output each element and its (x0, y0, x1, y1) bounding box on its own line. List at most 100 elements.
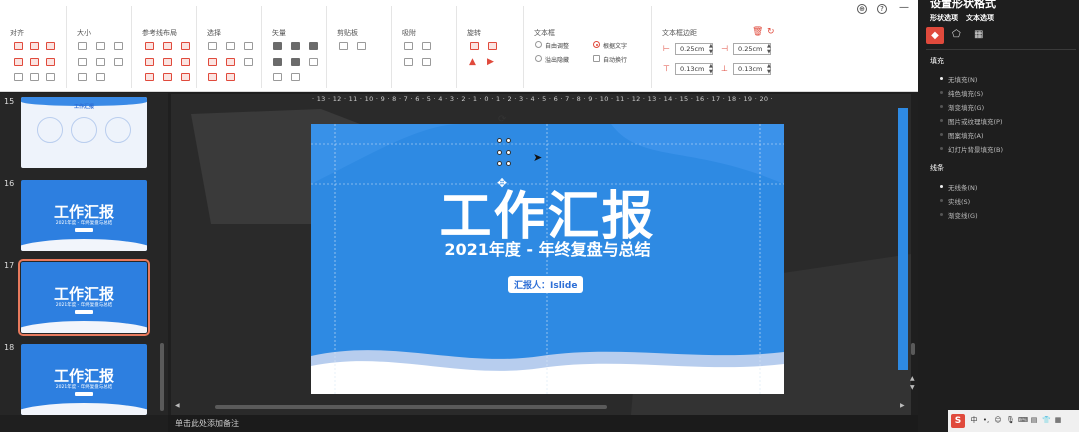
radio-picture-fill[interactable] (940, 119, 943, 122)
radio-pattern-fill[interactable] (940, 133, 943, 136)
select-type-icon[interactable] (226, 42, 235, 50)
select-front-icon[interactable] (208, 73, 217, 81)
copy-icon[interactable] (339, 42, 348, 50)
guide-stretch-icon[interactable] (181, 73, 190, 81)
selection-handle-bl[interactable] (497, 161, 502, 166)
combine-icon[interactable] (291, 42, 300, 50)
option-picture-fill[interactable]: 图片或纹理填充(P) (948, 116, 1003, 126)
margin-right-input[interactable]: 0.25cm (733, 43, 771, 55)
fill-line-icon[interactable]: ◆ (926, 27, 944, 44)
same-size-icon[interactable] (78, 42, 87, 50)
guide-left-icon[interactable] (145, 42, 154, 50)
intersect-icon[interactable] (273, 58, 282, 66)
same-width-icon[interactable] (96, 42, 105, 50)
thumb-slide-15[interactable]: 工作汇报 (21, 97, 147, 168)
microphone-icon[interactable]: 🎙 (1006, 416, 1015, 425)
pin-icon[interactable]: ⊕ (857, 4, 867, 14)
align-center-icon[interactable] (30, 42, 39, 50)
selection-handle-ml[interactable] (497, 150, 502, 155)
radio-background-fill[interactable] (940, 147, 943, 150)
margin-bottom-input[interactable]: 0.13cm (733, 63, 771, 75)
thumb-slide-17[interactable]: 工作汇报 2021年度 - 年终复盘与总结 (18, 259, 150, 336)
select-color-icon[interactable] (244, 42, 253, 50)
snap-left-icon[interactable] (404, 42, 413, 50)
distribute-v-icon[interactable] (30, 73, 39, 81)
rotate-handle-icon[interactable]: ⟳ (498, 114, 506, 125)
scroll-right-icon[interactable]: ▶ (900, 402, 905, 409)
same-height-icon[interactable] (114, 42, 123, 50)
minimize-icon[interactable]: — (899, 2, 909, 13)
vector-image-icon[interactable] (291, 73, 300, 81)
select-invert-icon[interactable] (244, 58, 253, 66)
effects-icon[interactable]: ⬠ (952, 29, 961, 40)
chinese-mode-icon[interactable]: 中 (970, 416, 978, 425)
thumbnail-scrollbar[interactable] (160, 343, 164, 411)
rotate-left-icon[interactable] (470, 42, 479, 50)
notes-bar[interactable]: 单击此处添加备注 (168, 415, 918, 432)
align-middle-icon[interactable] (30, 58, 39, 66)
skin-icon[interactable]: 👕 (1042, 416, 1051, 425)
radio-no-line[interactable] (940, 185, 943, 188)
margin-left-input[interactable]: 0.25cm (675, 43, 713, 55)
slide-subtitle[interactable]: 2021年度 - 年终复盘与总结 (311, 236, 784, 260)
rotate-right-icon[interactable] (488, 42, 497, 50)
align-top-icon[interactable] (14, 58, 23, 66)
fill-section-header[interactable]: 填充 (930, 56, 944, 66)
flip-v-icon[interactable]: ▲ (469, 57, 476, 67)
option-solid-line[interactable]: 实线(S) (948, 196, 970, 206)
emoji-icon[interactable]: ☺ (994, 416, 1002, 425)
editor-horizontal-scrollbar[interactable] (215, 405, 607, 409)
guide-bottom-icon[interactable] (181, 58, 190, 66)
selection-handle-mr[interactable] (506, 150, 511, 155)
guide-top-icon[interactable] (145, 58, 154, 66)
option-gradient-line[interactable]: 渐变线(G) (948, 210, 978, 220)
select-back-icon[interactable] (226, 73, 235, 81)
tab-text-options[interactable]: 文本选项 (966, 13, 994, 23)
distribute-h-icon[interactable] (14, 73, 23, 81)
selection-handle-tr[interactable] (506, 138, 511, 143)
keyboard-icon[interactable]: ⌨ (1018, 416, 1028, 425)
tab-shape-options[interactable]: 形状选项 (930, 13, 958, 23)
line-section-header[interactable]: 线条 (930, 163, 944, 173)
size-properties-icon[interactable]: ▦ (974, 29, 983, 40)
sogou-logo-icon[interactable]: S (951, 414, 965, 428)
margin-left-stepper[interactable]: ▲ ▼ (709, 43, 713, 55)
union-icon[interactable] (273, 42, 282, 50)
select-bottom-icon[interactable] (226, 58, 235, 66)
radio-no-fill[interactable] (940, 77, 943, 80)
scroll-down-icon[interactable]: ▼ (910, 384, 915, 391)
size-shrink-icon[interactable] (96, 73, 105, 81)
thumb-slide-16[interactable]: 工作汇报 2021年度 - 年终复盘与总结 (21, 180, 147, 251)
option-no-line[interactable]: 无线条(N) (948, 182, 977, 192)
guide-fill-icon[interactable] (145, 73, 154, 81)
paste-icon[interactable] (357, 42, 366, 50)
editor-vertical-scrollbar[interactable] (911, 343, 915, 355)
subtract-icon[interactable] (291, 58, 300, 66)
thumb-slide-18[interactable]: 工作汇报 2021年度 - 年终复盘与总结 (21, 344, 147, 415)
radio-solid-line[interactable] (940, 199, 943, 202)
checkbox-auto-wrap[interactable] (593, 55, 600, 62)
radio-overflow-hide[interactable] (535, 55, 542, 62)
option-no-fill[interactable]: 无填充(N) (948, 74, 977, 84)
select-top-icon[interactable] (208, 58, 217, 66)
slide-reporter-button[interactable]: 汇报人：Islide (508, 276, 584, 293)
scroll-left-icon[interactable]: ◀ (175, 402, 180, 409)
option-pattern-fill[interactable]: 图案填充(A) (948, 130, 984, 140)
radio-fit-text[interactable] (593, 41, 600, 48)
guide-right-icon[interactable] (181, 42, 190, 50)
size-crop-icon[interactable] (114, 58, 123, 66)
align-right-icon[interactable] (46, 42, 55, 50)
selection-handle-br[interactable] (506, 161, 511, 166)
help-icon[interactable]: ? (877, 4, 887, 14)
option-solid-fill[interactable]: 纯色填充(S) (948, 88, 983, 98)
flip-h-icon[interactable]: ▶ (487, 57, 494, 67)
size-swap-icon[interactable] (78, 58, 87, 66)
toolbox-icon[interactable]: ▤ (1030, 416, 1038, 425)
selection-handle-tl[interactable] (497, 138, 502, 143)
fragment-icon[interactable] (309, 42, 318, 50)
vector-text-icon[interactable] (273, 73, 282, 81)
punctuation-icon[interactable]: •, (982, 416, 990, 425)
guide-span-icon[interactable] (163, 73, 172, 81)
option-gradient-fill[interactable]: 渐变填充(G) (948, 102, 984, 112)
menu-icon[interactable]: ▦ (1054, 416, 1062, 425)
